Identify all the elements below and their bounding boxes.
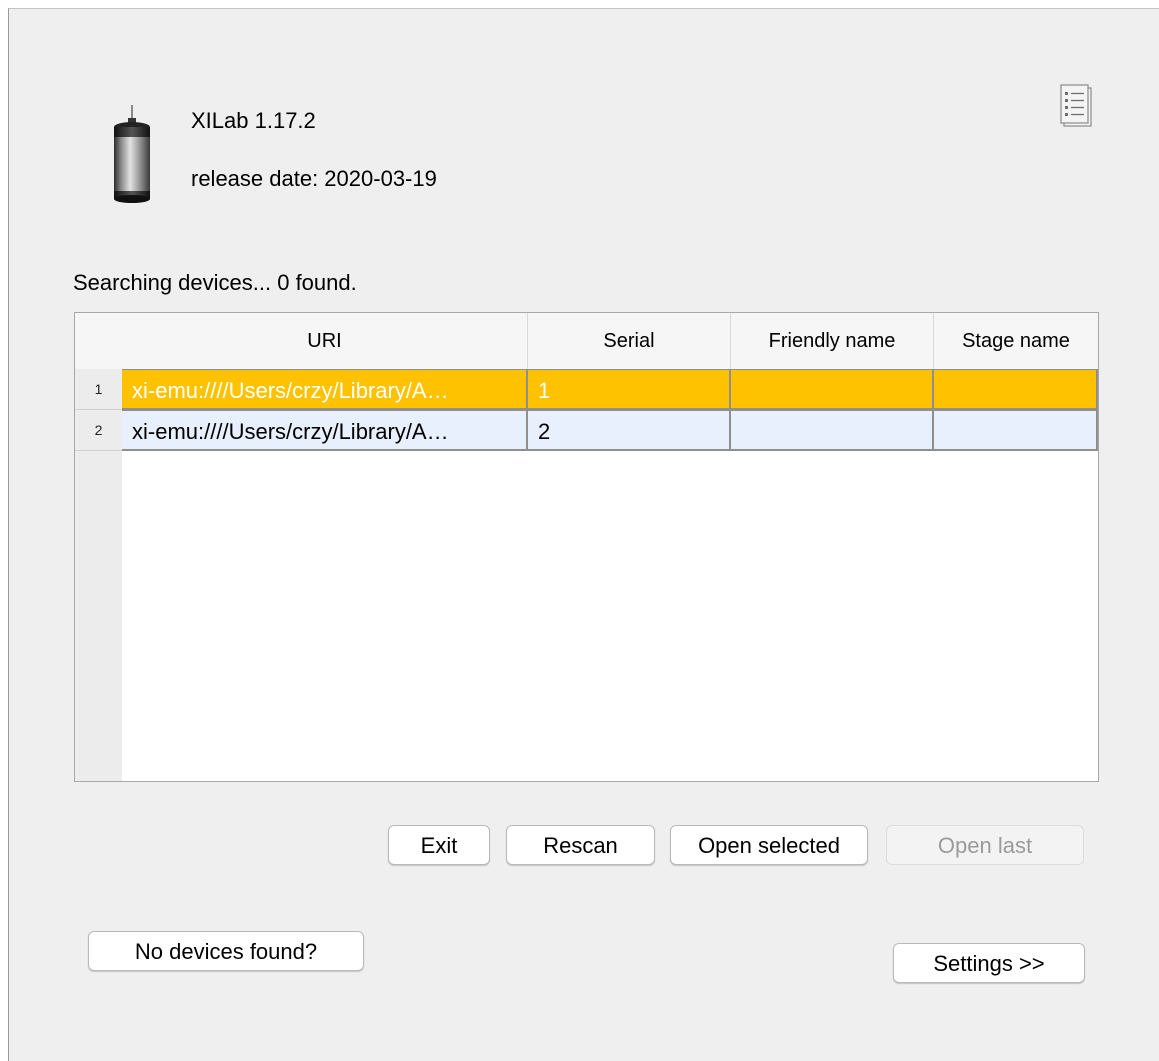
- cell-stage-name[interactable]: [934, 369, 1098, 410]
- cell-friendly-name[interactable]: [731, 410, 934, 451]
- cell-uri[interactable]: xi-emu:////Users/crzy/Library/A…: [122, 369, 528, 410]
- no-devices-found-button[interactable]: No devices found?: [88, 931, 364, 971]
- exit-button[interactable]: Exit: [388, 825, 490, 865]
- column-header-friendly-name[interactable]: Friendly name: [731, 313, 934, 369]
- table-row[interactable]: 1 xi-emu:////Users/crzy/Library/A… 1: [75, 369, 1098, 410]
- app-title: XILab 1.17.2: [191, 108, 316, 133]
- settings-button[interactable]: Settings >>: [893, 943, 1085, 983]
- cell-uri[interactable]: xi-emu:////Users/crzy/Library/A…: [122, 410, 528, 451]
- column-header-serial[interactable]: Serial: [528, 313, 731, 369]
- search-status: Searching devices... 0 found.: [73, 270, 357, 295]
- cell-serial[interactable]: 2: [528, 410, 731, 451]
- cell-friendly-name[interactable]: [731, 369, 934, 410]
- device-selection-window: XILab 1.17.2 release date: 2020-03-19 Se…: [8, 8, 1159, 1061]
- notes-icon[interactable]: [1056, 81, 1096, 131]
- open-selected-button[interactable]: Open selected: [670, 825, 868, 865]
- row-number[interactable]: 1: [75, 369, 122, 410]
- column-header-uri[interactable]: URI: [122, 313, 528, 369]
- cell-stage-name[interactable]: [934, 410, 1098, 451]
- motor-icon: [105, 105, 161, 205]
- open-last-button: Open last: [886, 825, 1084, 865]
- table-corner: [75, 313, 122, 369]
- release-date: release date: 2020-03-19: [191, 166, 437, 191]
- table-row[interactable]: 2 xi-emu:////Users/crzy/Library/A… 2: [75, 410, 1098, 451]
- row-number[interactable]: 2: [75, 410, 122, 451]
- rescan-button[interactable]: Rescan: [506, 825, 655, 865]
- column-header-stage-name[interactable]: Stage name: [934, 313, 1098, 369]
- table-header: URI Serial Friendly name Stage name: [75, 313, 1098, 369]
- cell-serial[interactable]: 1: [528, 369, 731, 410]
- device-table[interactable]: URI Serial Friendly name Stage name 1 xi…: [74, 312, 1099, 782]
